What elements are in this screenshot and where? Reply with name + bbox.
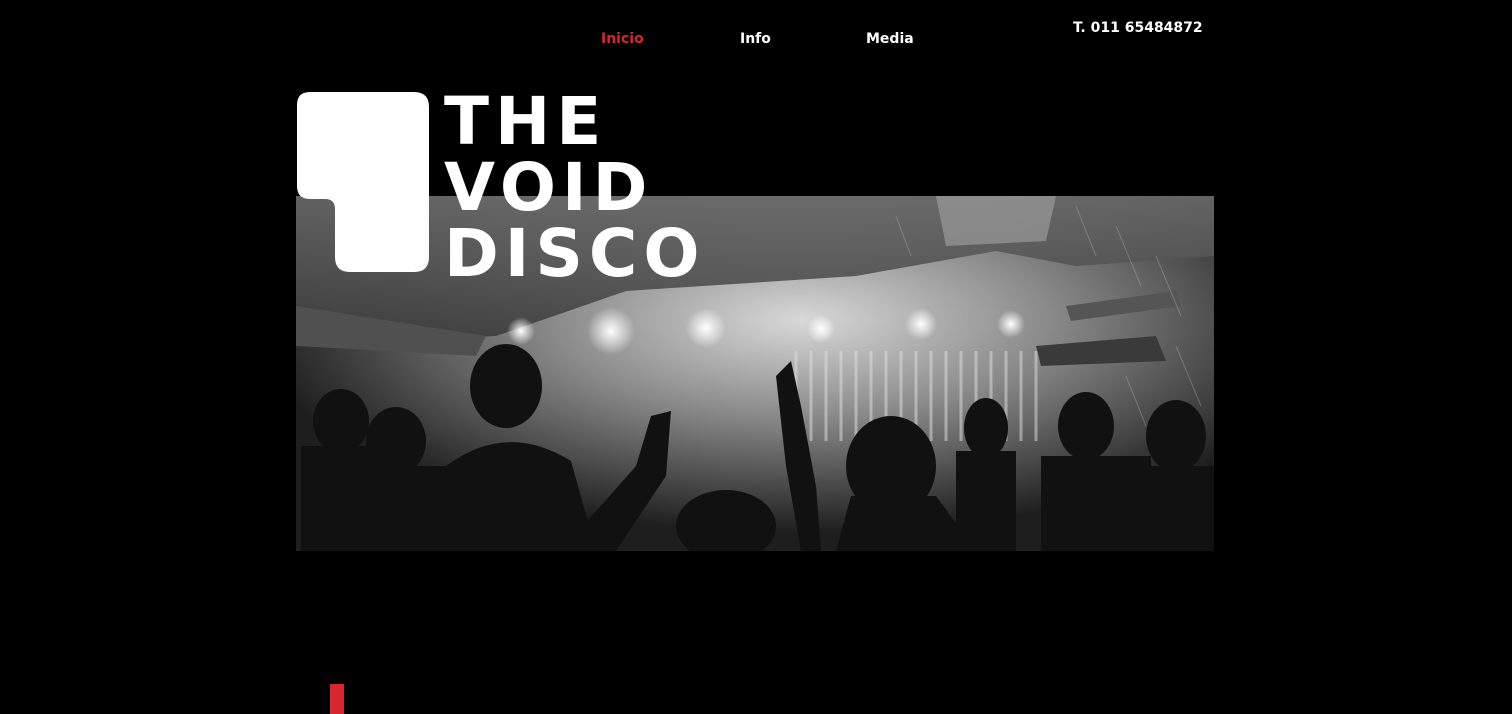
- logo-line-2: VOID: [444, 149, 654, 226]
- nav-item-media[interactable]: Media: [866, 31, 914, 47]
- logo-line-3: DISCO: [444, 215, 706, 292]
- logo-line-1: THE: [444, 83, 608, 160]
- nav-item-inicio[interactable]: Inicio: [601, 31, 644, 47]
- brand-logo[interactable]: THE VOID DISCO: [296, 89, 766, 287]
- accent-bar: [330, 684, 344, 714]
- nav-item-info[interactable]: Info: [740, 31, 771, 47]
- phone-number: T. 011 65484872: [1073, 20, 1203, 36]
- logo-mark-icon: [297, 92, 429, 272]
- logo-wordmark: THE VOID DISCO: [444, 89, 705, 287]
